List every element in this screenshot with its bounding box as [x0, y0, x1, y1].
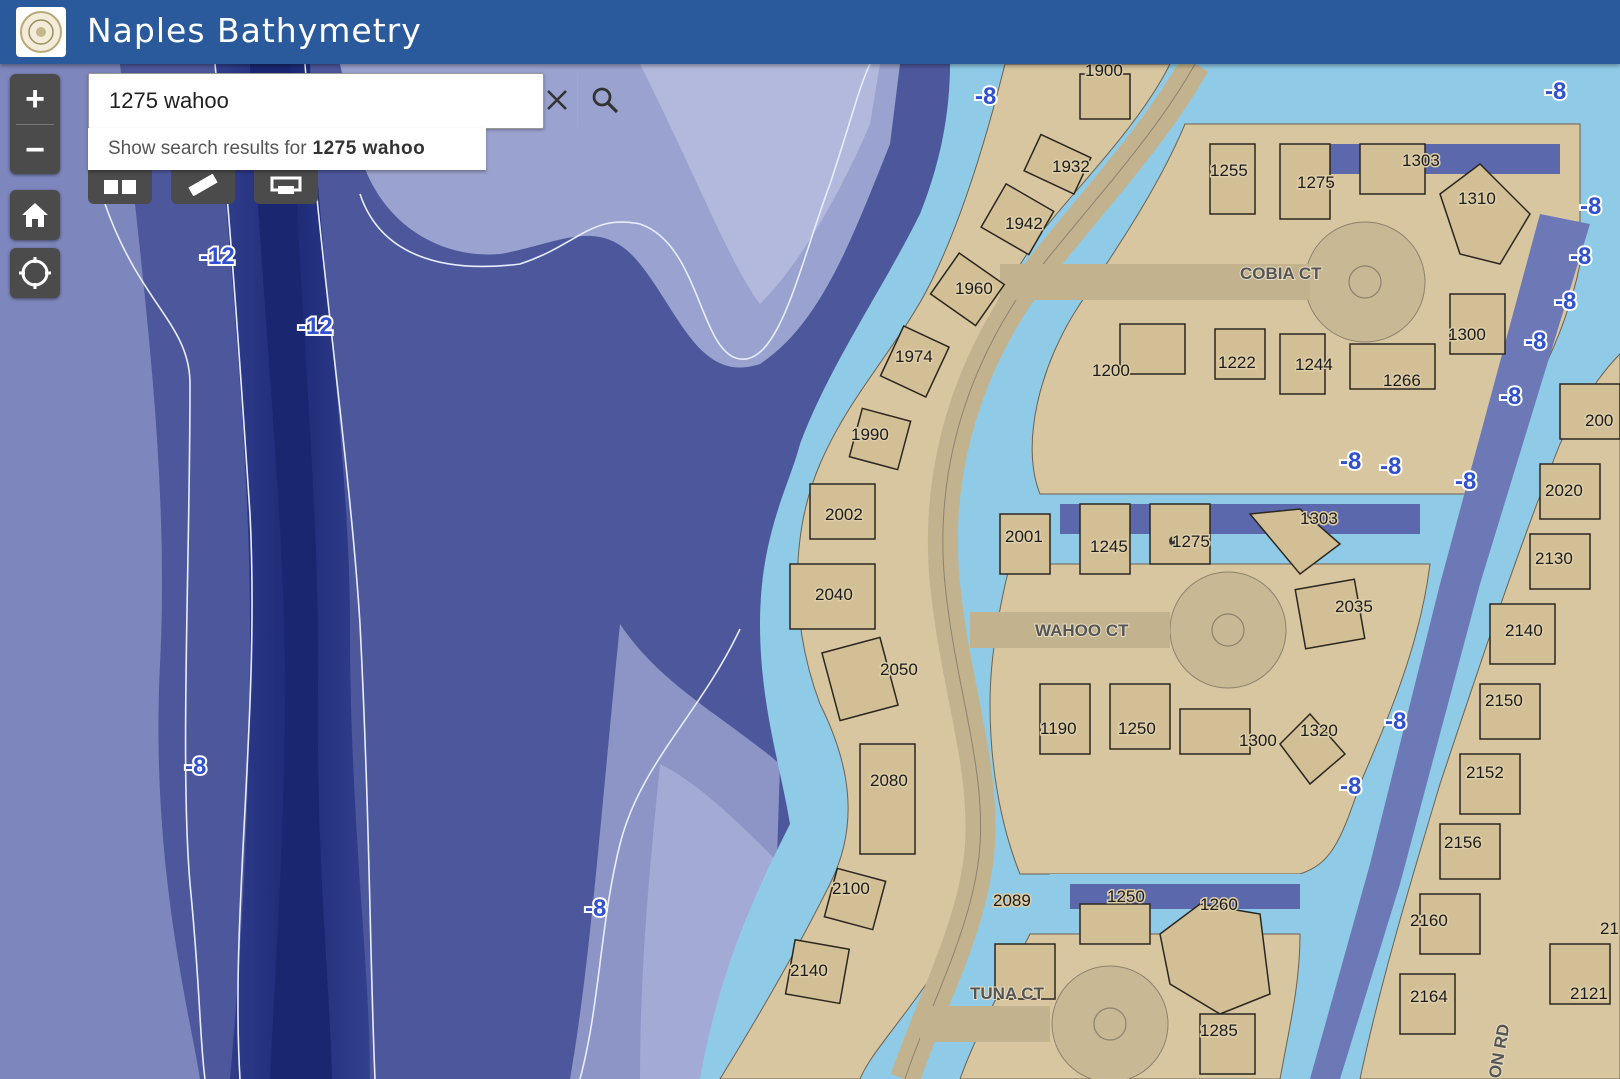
search-widget [88, 73, 619, 129]
plus-icon: + [25, 80, 45, 118]
basemap-gallery-icon [104, 180, 136, 194]
parcel-address-label: 2050 [880, 660, 918, 679]
depth-label: -8 [1500, 383, 1521, 410]
depth-label: -8 [1545, 78, 1566, 105]
parcel-address-label: 2140 [790, 961, 828, 980]
parcel-address-label: 2100 [832, 879, 870, 898]
parcel-address-label: 1266 [1383, 371, 1421, 390]
parcel-address-label: 1310 [1458, 189, 1496, 208]
parcel-address-label: 2156 [1444, 833, 1482, 852]
parcel-address-label: 1960 [955, 279, 993, 298]
depth-label: -8 [185, 753, 206, 780]
parcel-address-label: 1900 [1085, 64, 1123, 80]
minus-icon: − [25, 131, 45, 169]
parcel-address-label: 1300 [1239, 731, 1277, 750]
depth-label: -8 [1570, 243, 1591, 270]
depth-label: -8 [1340, 448, 1361, 475]
suggestion-term: 1275 wahoo [312, 138, 426, 159]
parcel-address-label: 1244 [1295, 355, 1333, 374]
parcel-address-label: 1275 [1297, 173, 1335, 192]
depth-label: -8 [1525, 328, 1546, 355]
depth-label: -8 [1340, 773, 1361, 800]
depth-label: -8 [1580, 193, 1601, 220]
clear-search-button[interactable] [537, 74, 577, 126]
depth-label: -8 [585, 895, 606, 922]
parcel-address-label: 1303 [1300, 509, 1338, 528]
parcel-address-label: 2121 [1570, 984, 1608, 1003]
parcel-address-label: 1245 [1090, 537, 1128, 556]
parcel-address-label: 1250 [1107, 887, 1145, 906]
parcel-address-label: 1255 [1210, 161, 1248, 180]
parcel-address-label: 2140 [1505, 621, 1543, 640]
parcel-address-label: 1932 [1052, 157, 1090, 176]
street-label: COBIA CT [1240, 264, 1322, 283]
city-seal-logo [16, 7, 66, 57]
parcel-address-label: 2020 [1545, 481, 1583, 500]
depth-label: -8 [1555, 288, 1576, 315]
parcel-address-label: 1222 [1218, 353, 1256, 372]
parcel-address-label: 2080 [870, 771, 908, 790]
map-canvas[interactable]: -12 -12 -8 -8 -8 -8 -8 -8 -8 -8 -8 -8 -8 -8 -8 -8 COBIA … [0, 64, 1620, 1079]
print-icon [270, 176, 302, 194]
parcel-address-label: 1320 [1300, 721, 1338, 740]
home-control [10, 190, 60, 240]
parcel-address-label: 1285 [1200, 1021, 1238, 1040]
parcel-address-label: 2150 [1485, 691, 1523, 710]
zoom-control: + − [10, 74, 60, 174]
parcel-address-label: 1942 [1005, 214, 1043, 233]
street-label: TUNA CT [970, 984, 1045, 1003]
search-suggestion[interactable]: Show search results for 1275 wahoo [88, 128, 486, 170]
parcel-address-label: 1275 [1172, 532, 1210, 551]
search-button[interactable] [577, 74, 632, 126]
parcel-address-label: 1260 [1200, 895, 1238, 914]
parcel-address-label: 2160 [1410, 911, 1448, 930]
depth-label: -8 [1385, 708, 1406, 735]
parcel-address-label: 2002 [825, 505, 863, 524]
depth-label: -12 [298, 313, 333, 340]
parcel-address-label: 2164 [1410, 987, 1448, 1006]
parcel-address-label: 1250 [1118, 719, 1156, 738]
parcel-address-label: 1300 [1448, 325, 1486, 344]
search-input[interactable] [89, 74, 471, 128]
parcel-address-label: 1990 [851, 425, 889, 444]
app-title: Naples Bathymetry [87, 11, 422, 50]
parcel-address-label: 1303 [1402, 151, 1440, 170]
close-icon [547, 90, 567, 110]
depth-label: -8 [1455, 468, 1476, 495]
locate-icon [19, 257, 51, 289]
street-label: WAHOO CT [1035, 621, 1129, 640]
parcel-address-label: 2040 [815, 585, 853, 604]
parcel-address-label: 2130 [1535, 549, 1573, 568]
parcel-address-label: 200 [1585, 411, 1613, 430]
locate-control [10, 248, 60, 298]
zoom-in-button[interactable]: + [10, 74, 60, 124]
depth-label: -8 [975, 83, 996, 110]
parcel-address-label: 21 [1600, 919, 1619, 938]
search-icon [592, 87, 619, 114]
parcel-address-label: 1190 [1040, 719, 1077, 738]
depth-label: -8 [1380, 453, 1401, 480]
map-view[interactable]: -12 -12 -8 -8 -8 -8 -8 -8 -8 -8 -8 -8 -8 -8 -8 -8 COBIA … [0, 64, 1620, 1079]
parcel-address-label: 2001 [1005, 527, 1043, 546]
suggestion-prefix: Show search results for [108, 138, 307, 159]
parcel-address-label: 1974 [895, 347, 933, 366]
app-header: Naples Bathymetry [0, 0, 1620, 64]
parcel-address-label: 2152 [1466, 763, 1504, 782]
locate-button[interactable] [10, 248, 60, 298]
zoom-out-button[interactable]: − [10, 125, 60, 175]
parcel-address-label: 1200 [1092, 361, 1130, 380]
measure-icon [188, 174, 218, 196]
home-icon [22, 203, 48, 227]
parcel-address-label: 2089 [993, 891, 1031, 910]
parcel-address-label: 2035 [1335, 597, 1373, 616]
home-button[interactable] [10, 190, 60, 240]
depth-label: -12 [200, 243, 235, 270]
